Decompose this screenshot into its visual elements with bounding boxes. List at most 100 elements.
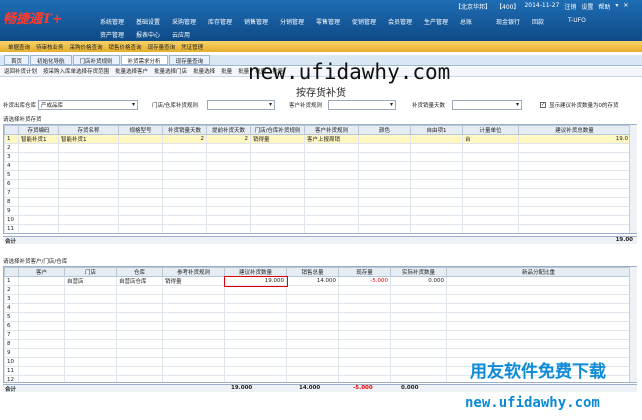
table-cell[interactable]: [18, 339, 65, 349]
table-cell[interactable]: [58, 206, 119, 216]
table-cell[interactable]: [358, 179, 411, 189]
table-cell[interactable]: [162, 224, 207, 233]
table-cell[interactable]: [18, 188, 59, 198]
table-cell[interactable]: [18, 330, 65, 340]
table-cell[interactable]: [410, 179, 463, 189]
table-cell[interactable]: [390, 375, 447, 382]
table-cell[interactable]: [304, 170, 359, 180]
store-rule-select[interactable]: [207, 100, 275, 110]
column-header[interactable]: [4, 125, 19, 135]
table-cell[interactable]: [519, 234, 631, 235]
grid2-scrollbar[interactable]: [629, 267, 637, 382]
table-cell[interactable]: [304, 143, 359, 153]
table-cell[interactable]: [224, 312, 287, 322]
table-row[interactable]: 9: [4, 206, 631, 216]
table-cell[interactable]: [224, 348, 287, 358]
table-cell[interactable]: [462, 179, 519, 189]
tab[interactable]: 首页: [4, 55, 30, 65]
table-row[interactable]: 7: [4, 188, 631, 198]
table-cell[interactable]: [224, 339, 287, 349]
table-cell[interactable]: [64, 330, 117, 340]
table-cell[interactable]: [286, 285, 339, 295]
table-cell[interactable]: [286, 357, 339, 367]
table-row[interactable]: 11: [4, 224, 631, 233]
table-row[interactable]: 8: [4, 197, 631, 207]
table-cell[interactable]: [410, 224, 463, 233]
table-cell[interactable]: 2: [206, 134, 251, 144]
table-cell[interactable]: [358, 206, 411, 216]
table-cell[interactable]: [58, 215, 119, 225]
table-cell[interactable]: [518, 152, 631, 162]
table-cell[interactable]: [162, 143, 207, 153]
quick-link[interactable]: 待审核业务: [36, 43, 64, 51]
menu-item[interactable]: T-UFO: [568, 17, 600, 26]
toolbar-button[interactable]: 返回补货计划: [4, 67, 37, 76]
table-cell[interactable]: [206, 197, 251, 207]
table-cell[interactable]: [162, 285, 225, 295]
table-cell[interactable]: [162, 357, 225, 367]
table-cell[interactable]: [338, 321, 391, 331]
table-cell[interactable]: [446, 312, 631, 322]
tab[interactable]: 门店补货规则: [72, 55, 120, 65]
table-cell[interactable]: [116, 303, 163, 313]
table-cell[interactable]: [18, 143, 59, 153]
column-header[interactable]: 计量单位: [462, 125, 519, 135]
table-cell[interactable]: [304, 188, 359, 198]
table-cell[interactable]: [118, 188, 163, 198]
table-cell[interactable]: [206, 206, 251, 216]
table-cell[interactable]: [462, 161, 519, 171]
settings-link[interactable]: 设置: [581, 2, 593, 11]
table-cell[interactable]: [224, 294, 287, 304]
table-cell[interactable]: [410, 152, 463, 162]
table-cell[interactable]: [118, 215, 163, 225]
table-cell[interactable]: [118, 224, 163, 233]
table-cell[interactable]: [358, 143, 411, 153]
table-cell[interactable]: [338, 339, 391, 349]
table-cell[interactable]: [446, 294, 631, 304]
minimize-icon[interactable]: ▾: [615, 2, 618, 11]
column-header[interactable]: 建议补货数量: [224, 267, 287, 277]
table-cell[interactable]: [18, 357, 65, 367]
table-cell[interactable]: [286, 339, 339, 349]
table-cell[interactable]: [358, 170, 411, 180]
table-cell[interactable]: [286, 330, 339, 340]
table-cell[interactable]: [18, 303, 65, 313]
table-cell[interactable]: [118, 152, 163, 162]
table-row[interactable]: 6: [4, 321, 631, 331]
quick-link[interactable]: 单据查询: [8, 43, 30, 51]
table-cell[interactable]: [446, 330, 631, 340]
table-cell[interactable]: 14.000: [286, 276, 339, 286]
table-cell[interactable]: [224, 285, 287, 295]
table-cell[interactable]: [390, 330, 447, 340]
table-cell[interactable]: [162, 152, 207, 162]
table-cell[interactable]: [446, 276, 631, 286]
table-cell[interactable]: [410, 143, 463, 153]
menu-item[interactable]: 生产管理: [424, 17, 456, 26]
table-cell[interactable]: 台: [462, 134, 519, 144]
table-cell[interactable]: [162, 375, 225, 382]
menu-item[interactable]: 分销管理: [280, 17, 312, 26]
table-cell[interactable]: [119, 234, 163, 235]
table-cell[interactable]: [118, 143, 163, 153]
table-cell[interactable]: [206, 161, 251, 171]
tab[interactable]: 现存量查询: [168, 55, 211, 65]
table-cell[interactable]: [64, 357, 117, 367]
table-row[interactable]: 5: [4, 170, 631, 180]
table-cell[interactable]: [359, 234, 411, 235]
table-cell[interactable]: [390, 339, 447, 349]
table-cell[interactable]: [286, 366, 339, 376]
quick-link[interactable]: 采购价格查询: [70, 43, 103, 51]
table-cell[interactable]: 自营店仓库: [116, 276, 163, 286]
column-header[interactable]: 颜色: [358, 125, 411, 135]
table-cell[interactable]: [358, 134, 411, 144]
table-cell[interactable]: [410, 161, 463, 171]
table-cell[interactable]: [118, 179, 163, 189]
table-cell[interactable]: [304, 224, 359, 233]
warehouse-select[interactable]: 产成品库: [38, 100, 138, 110]
table-row[interactable]: 1 自营店 自营店仓库 销得量 19.000 14.000 -5.000 0.000: [4, 275, 631, 287]
table-cell[interactable]: [338, 375, 391, 382]
table-cell[interactable]: [224, 375, 287, 382]
table-cell[interactable]: [358, 161, 411, 171]
table-cell[interactable]: [58, 179, 119, 189]
table-cell[interactable]: [338, 303, 391, 313]
